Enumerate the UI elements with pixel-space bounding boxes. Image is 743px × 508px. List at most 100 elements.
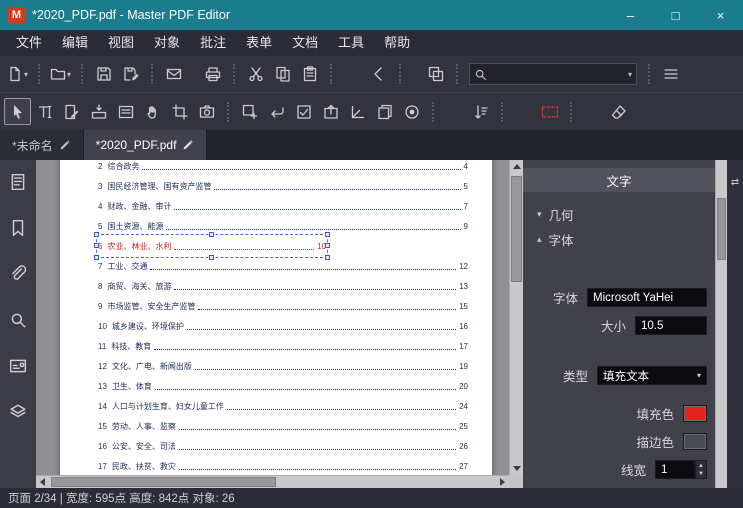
toc-row[interactable]: 9 市场监管、安全生产监管 15 — [98, 296, 468, 316]
horizontal-scrollbar[interactable] — [36, 475, 509, 488]
spinner-up-icon[interactable]: ▲ — [698, 462, 704, 470]
menu-file[interactable]: 文件 — [6, 30, 52, 56]
main-menu-button[interactable] — [657, 61, 684, 88]
toc-row[interactable]: 14 人口与计划生育、妇女儿童工作 24 — [98, 396, 468, 416]
select-tool-button[interactable] — [4, 98, 31, 125]
fill-color-swatch[interactable] — [683, 405, 707, 422]
selected-text-object[interactable]: 6 农业、林业、水利 10 — [94, 232, 330, 260]
checkbox-tool-button[interactable] — [290, 98, 317, 125]
toc-row[interactable]: 13 卫生、体育 20 — [98, 376, 468, 396]
toc-row[interactable]: 3 国民经济管理、国有资产监管 5 — [98, 176, 468, 196]
print-button[interactable] — [199, 61, 226, 88]
search-field[interactable]: ▾ — [469, 63, 637, 85]
pages-tool-button[interactable] — [371, 98, 398, 125]
selection-handle[interactable] — [94, 255, 99, 260]
tab-2020-pdf[interactable]: *2020_PDF.pdf — [83, 130, 208, 160]
toc-row[interactable]: 17 民政、扶贫、救灾 27 — [98, 456, 468, 476]
menu-forms[interactable]: 表单 — [236, 30, 282, 56]
section-font[interactable]: ▴ 字体 — [523, 231, 715, 248]
scroll-up-button[interactable] — [510, 160, 523, 173]
panel-scrollbar[interactable] — [715, 160, 727, 488]
maximize-button[interactable]: □ — [653, 0, 698, 30]
toc-row[interactable]: 12 文化、广电、新闻出版 19 — [98, 356, 468, 376]
menu-view[interactable]: 视图 — [98, 30, 144, 56]
selection-handle[interactable] — [209, 232, 214, 237]
vertical-scrollbar[interactable] — [509, 160, 523, 475]
selection-handle[interactable] — [94, 232, 99, 237]
selection-handle[interactable] — [325, 243, 330, 248]
bookmarks-panel-button[interactable] — [7, 218, 29, 238]
search-panel-button[interactable] — [7, 310, 29, 330]
sort-tool-button[interactable] — [467, 98, 494, 125]
thumbnails-panel-button[interactable] — [7, 172, 29, 192]
font-size-input[interactable]: 10.5 — [635, 316, 707, 335]
toc-row[interactable]: 16 公安、安全、司法 26 — [98, 436, 468, 456]
menu-comment[interactable]: 批注 — [190, 30, 236, 56]
save-as-button[interactable] — [117, 61, 144, 88]
edit-object-tool-button[interactable] — [58, 98, 85, 125]
menu-tools[interactable]: 工具 — [328, 30, 374, 56]
edit-form-tool-button[interactable] — [85, 98, 112, 125]
new-document-caret-icon[interactable]: ▾ — [24, 70, 28, 79]
toc-row[interactable]: 10 城乡建设、环境保护 16 — [98, 316, 468, 336]
copy-button[interactable] — [269, 61, 296, 88]
eraser-tool-button[interactable] — [605, 98, 632, 125]
scroll-left-button[interactable] — [36, 476, 49, 488]
measure-tool-button[interactable] — [344, 98, 371, 125]
close-button[interactable]: × — [698, 0, 743, 30]
selection-handle[interactable] — [325, 232, 330, 237]
toc-row[interactable]: 4 财政、金融、审计 7 — [98, 196, 468, 216]
vertical-scroll-thumb[interactable] — [511, 176, 522, 282]
minimize-button[interactable]: – — [608, 0, 653, 30]
panel-toggle-button[interactable]: ⇄ — [727, 172, 743, 192]
line-width-spinner[interactable]: ▲ ▼ — [695, 460, 707, 479]
font-family-input[interactable]: Microsoft YaHei — [587, 288, 707, 307]
menu-help[interactable]: 帮助 — [374, 30, 420, 56]
toc-row[interactable]: 5 国土资源、能源 9 — [98, 216, 468, 236]
hand-tool-button[interactable] — [139, 98, 166, 125]
toc-row[interactable]: 2 综合政务 4 — [98, 160, 468, 176]
new-document-button[interactable]: ▾ — [4, 61, 31, 88]
toc-row[interactable]: 7 工业、交通 12 — [98, 256, 468, 276]
selection-handle[interactable] — [94, 243, 99, 248]
open-file-button[interactable]: ▾ — [47, 61, 74, 88]
selection-handle[interactable] — [325, 255, 330, 260]
save-button[interactable] — [90, 61, 117, 88]
scroll-down-button[interactable] — [510, 462, 523, 475]
email-button[interactable] — [160, 61, 187, 88]
attachments-panel-button[interactable] — [7, 264, 29, 284]
panel-scroll-thumb[interactable] — [717, 198, 726, 260]
layers-panel-button[interactable] — [7, 402, 29, 422]
toc-row[interactable]: 8 商贸、海关、旅游 13 — [98, 276, 468, 296]
search-input[interactable] — [487, 68, 627, 80]
form-list-button[interactable] — [112, 98, 139, 125]
cut-button[interactable] — [242, 61, 269, 88]
horizontal-scroll-thumb[interactable] — [51, 477, 276, 487]
select-area-tool-button[interactable] — [536, 98, 563, 125]
radio-button-tool-button[interactable] — [398, 98, 425, 125]
menu-document[interactable]: 文档 — [282, 30, 328, 56]
snapshot-button[interactable] — [422, 61, 449, 88]
toc-row[interactable]: 11 科技、教育 17 — [98, 336, 468, 356]
add-note-button[interactable] — [236, 98, 263, 125]
text-type-dropdown[interactable]: 填充文本 ▾ — [597, 366, 707, 385]
menu-object[interactable]: 对象 — [144, 30, 190, 56]
crop-tool-button[interactable] — [166, 98, 193, 125]
back-button[interactable] — [365, 61, 392, 88]
selection-handle[interactable] — [209, 255, 214, 260]
camera-tool-button[interactable] — [193, 98, 220, 125]
open-file-caret-icon[interactable]: ▾ — [67, 70, 71, 79]
line-width-input[interactable]: 1 — [655, 460, 695, 479]
spinner-down-icon[interactable]: ▼ — [698, 470, 704, 478]
stroke-color-swatch[interactable] — [683, 433, 707, 450]
menu-edit[interactable]: 编辑 — [52, 30, 98, 56]
return-arrow-button[interactable] — [263, 98, 290, 125]
scroll-right-button[interactable] — [496, 476, 509, 488]
document-view[interactable]: 2 综合政务 4 3 国民经济管理、国有资产监管 5 4 财政、金融、审计 7 — [36, 160, 523, 488]
toc-row[interactable]: 15 劳动、人事、监察 25 — [98, 416, 468, 436]
paste-button[interactable] — [296, 61, 323, 88]
pdf-page[interactable]: 2 综合政务 4 3 国民经济管理、国有资产监管 5 4 财政、金融、审计 7 — [60, 160, 492, 488]
search-caret-icon[interactable]: ▾ — [628, 70, 632, 79]
tab-untitled[interactable]: *未命名 — [0, 130, 84, 160]
signature-panel-button[interactable] — [7, 356, 29, 376]
